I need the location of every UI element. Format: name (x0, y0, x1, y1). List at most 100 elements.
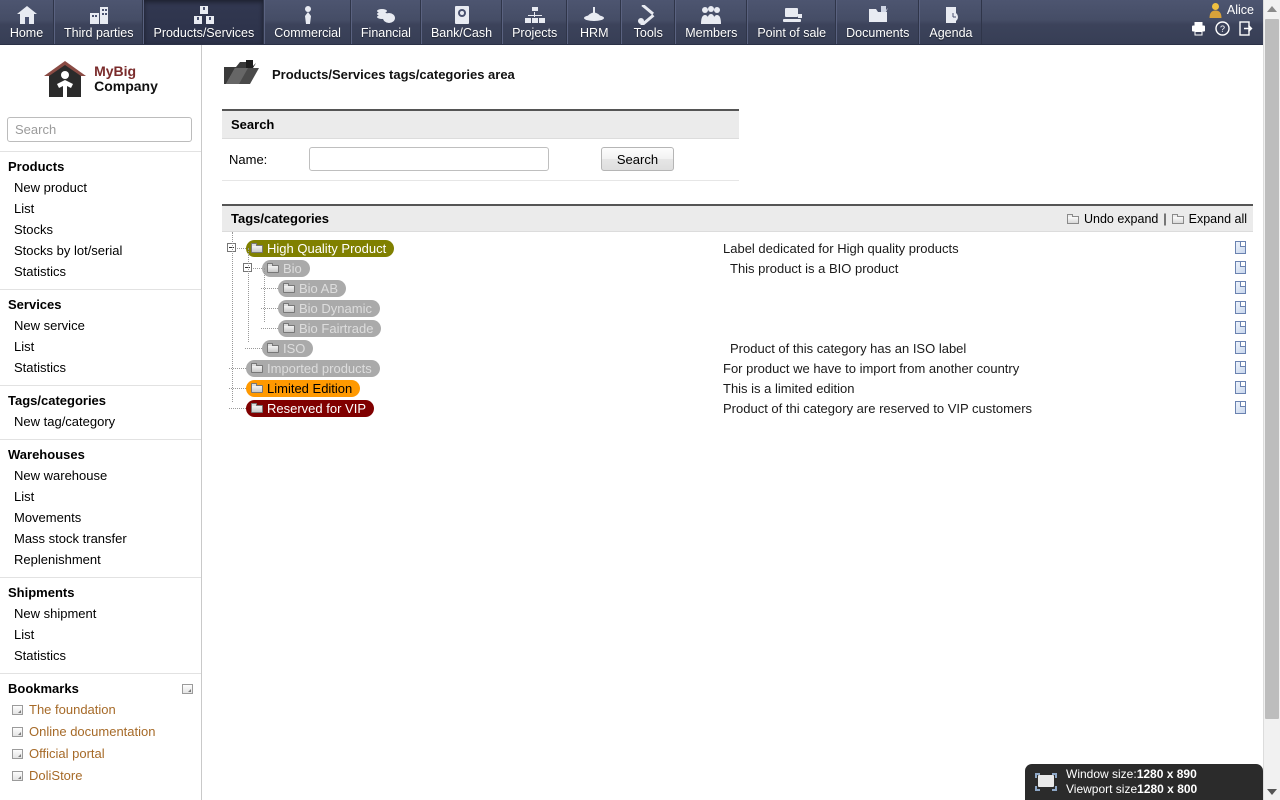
nav-tab-agenda[interactable]: Agenda (919, 0, 982, 44)
logo-line-2: Company (94, 79, 158, 94)
tree-connector-horizontal (229, 408, 246, 409)
category-chip[interactable]: High Quality Product (246, 240, 394, 257)
search-input[interactable] (8, 118, 192, 141)
bookmark-official-portal[interactable]: Official portal (0, 743, 201, 765)
bookmarks-add-icon[interactable] (182, 684, 193, 694)
page-scrollbar[interactable] (1263, 0, 1280, 800)
tree-row-label-cell: Bio (222, 258, 722, 278)
bookmark-label: Online documentation (29, 723, 155, 741)
sidebar-search[interactable] (7, 117, 192, 142)
category-name: Bio Fairtrade (299, 320, 373, 337)
nav-tab-label: Documents (846, 26, 909, 40)
category-detail-link[interactable] (1235, 341, 1246, 357)
sidebar-item-list[interactable]: List (0, 624, 201, 645)
help-icon[interactable]: ? (1215, 21, 1230, 36)
category-detail-link[interactable] (1235, 261, 1246, 277)
nav-tab-tools[interactable]: Tools (621, 0, 675, 44)
sidebar-group-warehouses: WarehousesNew warehouseListMovementsMass… (0, 439, 201, 577)
sidebar: MyBig Company ProductsNew productListSto… (0, 45, 202, 800)
nav-tab-bank-cash[interactable]: Bank/Cash (421, 0, 502, 44)
sidebar-item-stocks[interactable]: Stocks (0, 219, 201, 240)
nav-tab-third-parties[interactable]: Third parties (54, 0, 143, 44)
tree-row: Imported productsFor product we have to … (222, 358, 1253, 378)
nav-tab-point-of-sale[interactable]: Point of sale (747, 0, 836, 44)
user-name: Alice (1227, 3, 1254, 17)
sidebar-item-statistics[interactable]: Statistics (0, 645, 201, 666)
category-chip[interactable]: ISO (262, 340, 313, 357)
sidebar-item-movements[interactable]: Movements (0, 507, 201, 528)
tree-row-label-cell: Reserved for VIP (222, 398, 722, 418)
category-description: Product of this category has an ISO labe… (723, 341, 966, 356)
sidebar-item-new-tag-category[interactable]: New tag/category (0, 411, 201, 432)
bookmark-the-foundation[interactable]: The foundation (0, 699, 201, 721)
search-panel-title: Search (222, 111, 739, 139)
scroll-down-button[interactable] (1264, 783, 1280, 800)
name-input[interactable] (309, 147, 549, 171)
sidebar-item-new-service[interactable]: New service (0, 315, 201, 336)
nav-tab-label: Third parties (64, 26, 133, 40)
tags-panel-actions: Undo expand | Expand all (1067, 212, 1247, 226)
category-detail-link[interactable] (1235, 321, 1246, 337)
category-detail-link[interactable] (1235, 381, 1246, 397)
avatar-icon (1208, 2, 1223, 18)
sidebar-item-list[interactable]: List (0, 198, 201, 219)
sidebar-item-statistics[interactable]: Statistics (0, 261, 201, 282)
category-chip[interactable]: Imported products (246, 360, 380, 377)
category-chip[interactable]: Bio Dynamic (278, 300, 380, 317)
tree-connector-vertical (248, 248, 249, 342)
folder-icon (865, 3, 891, 25)
nav-tab-projects[interactable]: Projects (502, 0, 567, 44)
sidebar-item-statistics[interactable]: Statistics (0, 357, 201, 378)
undo-expand-link[interactable]: Undo expand (1084, 212, 1158, 226)
user-area[interactable]: Alice (1208, 2, 1254, 18)
category-detail-link[interactable] (1235, 241, 1246, 257)
bookmark-dolistore[interactable]: DoliStore (0, 765, 201, 787)
category-chip[interactable]: Limited Edition (246, 380, 360, 397)
company-logo[interactable]: MyBig Company (0, 45, 201, 107)
sidebar-item-new-warehouse[interactable]: New warehouse (0, 465, 201, 486)
category-name: Bio AB (299, 280, 338, 297)
category-detail-link[interactable] (1235, 301, 1246, 317)
print-icon[interactable] (1191, 21, 1206, 36)
scrollbar-thumb[interactable] (1265, 19, 1279, 719)
logo-line-1: MyBig (94, 64, 158, 79)
bookmarks-section: Bookmarks The foundation Online document… (0, 673, 201, 787)
category-chip[interactable]: Bio AB (278, 280, 346, 297)
nav-tab-members[interactable]: Members (675, 0, 747, 44)
search-button[interactable]: Search (601, 147, 674, 171)
nav-tab-commercial[interactable]: Commercial (264, 0, 351, 44)
sidebar-item-list[interactable]: List (0, 486, 201, 507)
category-description: This is a limited edition (723, 381, 855, 396)
category-chip[interactable]: Bio Fairtrade (278, 320, 381, 337)
sidebar-item-replenishment[interactable]: Replenishment (0, 549, 201, 570)
nav-tab-products-services[interactable]: Products/Services (143, 0, 264, 44)
sidebar-item-new-shipment[interactable]: New shipment (0, 603, 201, 624)
tree-row-label-cell: Imported products (222, 358, 722, 378)
bookmark-online-documentation[interactable]: Online documentation (0, 721, 201, 743)
category-chip[interactable]: Bio (262, 260, 310, 277)
sidebar-group-title: Shipments (0, 583, 201, 603)
category-name: Bio (283, 260, 302, 277)
sidebar-item-list[interactable]: List (0, 336, 201, 357)
category-detail-link[interactable] (1235, 281, 1246, 297)
nav-tab-hrm[interactable]: HRM (567, 0, 621, 44)
sidebar-item-stocks-by-lot-serial[interactable]: Stocks by lot/serial (0, 240, 201, 261)
sidebar-item-mass-stock-transfer[interactable]: Mass stock transfer (0, 528, 201, 549)
expand-all-link[interactable]: Expand all (1189, 212, 1247, 226)
logout-icon[interactable] (1239, 21, 1254, 36)
category-chip[interactable]: Reserved for VIP (246, 400, 374, 417)
nav-tab-documents[interactable]: Documents (836, 0, 919, 44)
document-icon (1235, 361, 1246, 374)
sidebar-group-title: Tags/categories (0, 391, 201, 411)
arrow-up-icon (1267, 6, 1277, 12)
nav-tab-financial[interactable]: Financial (351, 0, 421, 44)
category-detail-link[interactable] (1235, 361, 1246, 377)
document-icon (1235, 341, 1246, 354)
scroll-up-button[interactable] (1264, 0, 1280, 17)
nav-tab-home[interactable]: Home (0, 0, 54, 44)
sidebar-item-new-product[interactable]: New product (0, 177, 201, 198)
category-detail-link[interactable] (1235, 401, 1246, 417)
bookmark-label: The foundation (29, 701, 116, 719)
tree-connector-vertical (232, 232, 233, 402)
folder-icon (283, 323, 295, 333)
